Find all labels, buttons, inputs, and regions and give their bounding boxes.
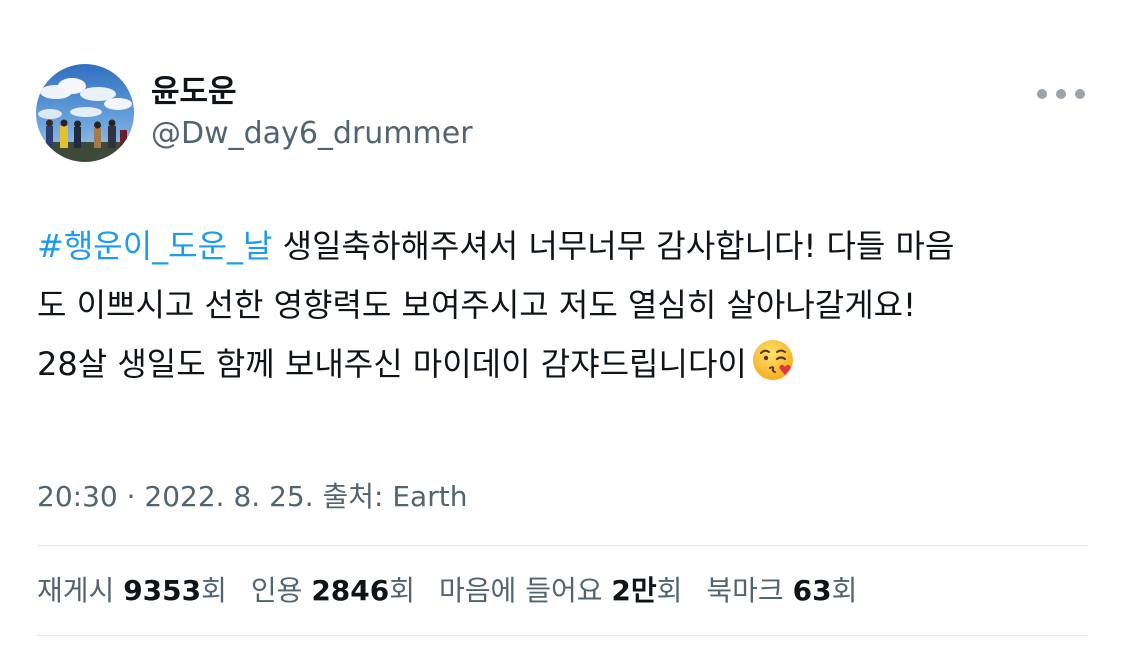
user-handle[interactable]: @Dw_day6_drummer bbox=[151, 114, 473, 154]
tweet-line-2: 도 이쁘시고 선한 영향력도 보여주시고 저도 열심히 살아나갈게요! bbox=[37, 286, 916, 324]
display-name[interactable]: 윤도운 bbox=[151, 72, 473, 112]
quotes-count: 2846 bbox=[311, 574, 390, 607]
hashtag-link[interactable]: #행운이_도운_날 bbox=[37, 227, 272, 265]
bookmarks-label: 북마크 bbox=[706, 574, 793, 607]
quotes-unit: 회 bbox=[389, 574, 416, 607]
tweet-text-segment: 생일축하해주셔서 너무너무 감사합니다! 다들 마음 bbox=[272, 227, 955, 265]
bookmarks-stat[interactable]: 북마크 63회 bbox=[706, 571, 857, 611]
tweet-line-1: #행운이_도운_날 생일축하해주셔서 너무너무 감사합니다! 다들 마음 bbox=[37, 217, 1097, 276]
more-options-button[interactable] bbox=[1037, 80, 1085, 108]
user-names: 윤도운 @Dw_day6_drummer bbox=[151, 72, 473, 154]
likes-label: 마음에 들어요 bbox=[439, 574, 612, 607]
bookmarks-count: 63 bbox=[792, 574, 832, 607]
tweet-date[interactable]: 2022. 8. 25. bbox=[144, 480, 313, 513]
divider bbox=[37, 635, 1088, 636]
quotes-label: 인용 bbox=[250, 574, 312, 607]
kissing-face-icon bbox=[752, 340, 793, 380]
avatar[interactable] bbox=[36, 64, 134, 162]
more-dot-icon bbox=[1056, 89, 1066, 99]
meta-separator: · bbox=[117, 480, 145, 513]
tweet-text-segment: 28살 생일도 함께 보내주신 마이데이 감쟈드립니다이 bbox=[37, 345, 747, 383]
quotes-stat[interactable]: 인용 2846회 bbox=[251, 571, 415, 611]
tweet-time[interactable]: 20:30 bbox=[37, 480, 118, 513]
more-dot-icon bbox=[1075, 89, 1085, 99]
retweets-label: 재게시 bbox=[37, 574, 124, 607]
bookmarks-unit: 회 bbox=[831, 574, 858, 607]
tweet-text: #행운이_도운_날 생일축하해주셔서 너무너무 감사합니다! 다들 마음 도 이… bbox=[37, 217, 1097, 394]
tweet-stats: 재게시 9353회 인용 2846회 마음에 들어요 2만회 북마크 63회 bbox=[37, 571, 881, 611]
tweet-header: 윤도운 @Dw_day6_drummer bbox=[36, 64, 473, 162]
likes-stat[interactable]: 마음에 들어요 2만회 bbox=[439, 571, 682, 611]
tweet-meta: 20:30 · 2022. 8. 25. 출처: Earth bbox=[37, 478, 467, 516]
divider bbox=[37, 545, 1088, 546]
more-dot-icon bbox=[1037, 89, 1047, 99]
retweets-unit: 회 bbox=[201, 574, 227, 607]
tweet-source: 출처: Earth bbox=[313, 480, 468, 513]
retweets-count: 9353 bbox=[123, 574, 202, 607]
retweets-stat[interactable]: 재게시 9353회 bbox=[37, 571, 227, 611]
tweet-line-3: 28살 생일도 함께 보내주신 마이데이 감쟈드립니다이 bbox=[37, 335, 1097, 394]
likes-unit: 회 bbox=[656, 574, 683, 607]
likes-count: 2만 bbox=[611, 574, 657, 607]
